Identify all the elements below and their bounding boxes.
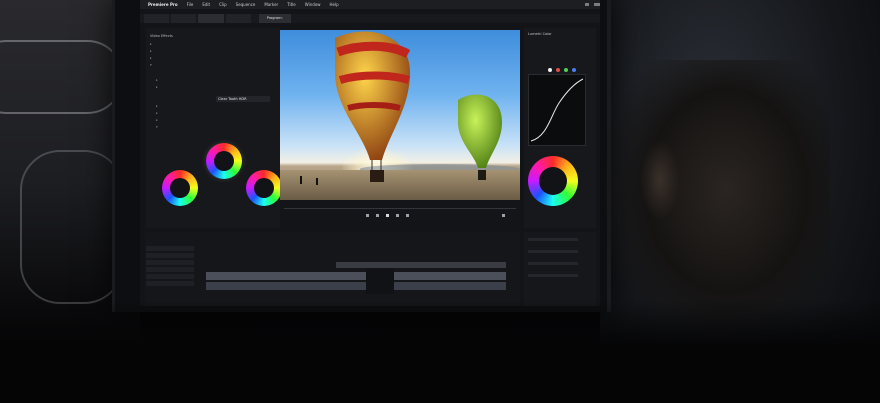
tab-mixer[interactable] [225, 14, 251, 23]
program-transport [280, 200, 520, 222]
hue-saturation-wheel[interactable] [528, 156, 578, 206]
cable [0, 40, 124, 114]
channel-red-dot[interactable] [556, 68, 560, 72]
effects-title-text: Video Effects [150, 34, 173, 38]
track-header[interactable] [146, 260, 194, 265]
menu-marker[interactable]: Marker [264, 2, 278, 7]
tab-program[interactable]: Program: [258, 14, 291, 23]
color-wheel-highlights[interactable] [246, 170, 282, 206]
rgb-curve [530, 78, 584, 142]
program-monitor [280, 30, 520, 200]
lumetri-row[interactable] [528, 238, 578, 241]
channel-white-dot[interactable] [548, 68, 552, 72]
menu-clip[interactable]: Clip [219, 2, 227, 7]
effect-row[interactable]: ▸ [156, 85, 165, 89]
disclosure-triangle-icon: ▾ [150, 63, 152, 67]
timeline-panel [146, 232, 520, 306]
lut-dropdown-value: Clear Tooth HDR [218, 97, 247, 101]
track-header[interactable] [146, 281, 194, 286]
disclosure-triangle-icon: ▸ [156, 104, 158, 108]
cable [20, 150, 124, 304]
disclosure-triangle-icon: ▸ [156, 111, 158, 115]
disclosure-triangle-icon: ▸ [156, 78, 158, 82]
battery-icon [594, 3, 600, 6]
audio-clip[interactable] [206, 272, 506, 280]
effect-row[interactable]: ▸ [150, 49, 160, 53]
balloon-stripe [347, 102, 401, 111]
person-silhouette [300, 176, 302, 184]
menu-sequence[interactable]: Sequence [236, 2, 256, 7]
track-header[interactable] [146, 253, 194, 258]
play-icon[interactable] [386, 214, 389, 217]
step-forward-icon[interactable] [406, 214, 409, 217]
tab-source[interactable] [144, 14, 169, 23]
lumetri-title: Lumetri Color [528, 32, 552, 36]
rgb-curve-graph[interactable] [528, 74, 586, 146]
desk-shadow [0, 300, 880, 403]
channel-blue-dot[interactable] [572, 68, 576, 72]
timeline-timecode [150, 236, 151, 241]
track-header[interactable] [146, 267, 194, 272]
scrub-bar[interactable] [284, 208, 516, 209]
effects-title: Video Effects [150, 34, 173, 38]
lut-dropdown[interactable]: Clear Tooth HDR [216, 96, 270, 102]
track-header[interactable] [146, 274, 194, 279]
lumetri-row[interactable] [528, 262, 578, 265]
photo-scene: Premiere Pro File Edit Clip Sequence Mar… [0, 0, 880, 403]
menu-file[interactable]: File [187, 2, 194, 7]
editor-ear [640, 140, 680, 220]
lumetri-lower-panel [524, 232, 596, 306]
audio-clip[interactable] [206, 282, 506, 290]
tab-effect-controls[interactable] [197, 14, 224, 23]
lumetri-row[interactable] [528, 250, 578, 253]
balloon-illustration [300, 31, 502, 185]
effect-row[interactable]: ▸ [156, 118, 165, 122]
menu-help[interactable]: Help [330, 2, 339, 7]
color-wheel-midtones[interactable] [206, 143, 242, 179]
menu-edit[interactable]: Edit [202, 2, 210, 7]
editor-screen: Premiere Pro File Edit Clip Sequence Mar… [140, 0, 600, 306]
step-forward-icon[interactable] [396, 214, 399, 217]
timecode-readout [284, 202, 285, 207]
disclosure-triangle-icon: ▸ [150, 49, 152, 53]
disclosure-triangle-icon: ▸ [150, 42, 152, 46]
wifi-icon [585, 3, 589, 6]
app-name: Premiere Pro [148, 2, 178, 7]
program-tab-label: Program: [266, 16, 283, 20]
settings-icon[interactable] [502, 214, 505, 217]
balloon-green [458, 94, 502, 168]
step-back-icon[interactable] [366, 214, 369, 217]
lumetri-color-panel: Lumetri Color [524, 28, 596, 228]
effect-row[interactable]: ▾ [156, 125, 165, 129]
step-back-icon[interactable] [376, 214, 379, 217]
menu-window[interactable]: Window [305, 2, 321, 7]
effect-row[interactable]: ▸ [156, 78, 165, 82]
menu-bar: Premiere Pro File Edit Clip Sequence Mar… [140, 0, 600, 9]
menu-title[interactable]: Title [287, 2, 296, 7]
disclosure-triangle-icon: ▸ [156, 118, 158, 122]
disclosure-triangle-icon: ▸ [150, 56, 152, 60]
tab-audio[interactable] [170, 14, 196, 23]
effect-controls-panel: Video Effects ▸ ▸ ▸ ▾ ▸ ▸ ▸ ▸ ▸ ▾ Clear … [146, 28, 282, 228]
disclosure-triangle-icon: ▸ [156, 85, 158, 89]
effect-row[interactable]: ▸ [156, 111, 165, 115]
effect-row[interactable]: ▾ [150, 63, 160, 67]
channel-green-dot[interactable] [564, 68, 568, 72]
color-wheel-shadows[interactable] [162, 170, 198, 206]
panel-tab-bar: Program: [140, 14, 600, 23]
track-header[interactable] [146, 246, 194, 251]
effect-row[interactable]: ▸ [150, 56, 160, 60]
video-clip[interactable] [336, 262, 506, 268]
menubar-status [585, 3, 600, 6]
person-silhouette [316, 178, 318, 185]
playhead-gap [366, 268, 394, 294]
lumetri-row[interactable] [528, 274, 578, 277]
balloon-basket [478, 170, 486, 180]
disclosure-triangle-icon: ▾ [156, 125, 158, 129]
timeline-ruler[interactable] [196, 236, 516, 244]
effect-row[interactable]: ▸ [150, 42, 160, 46]
balloon-basket [370, 170, 384, 182]
balloon-stripe [338, 71, 411, 84]
effect-row[interactable]: ▸ [156, 104, 165, 108]
